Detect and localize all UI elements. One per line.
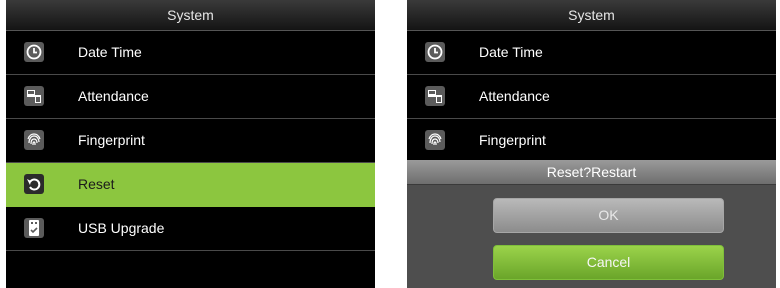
screen-title: System — [6, 0, 375, 31]
menu-item-attendance[interactable]: Attendance — [6, 75, 375, 119]
reset-icon — [23, 173, 45, 195]
clock-icon — [23, 41, 45, 63]
reset-confirm-dialog: Reset?Restart OK Cancel — [407, 160, 776, 288]
menu-item-label: Attendance — [479, 88, 550, 104]
menu-item-label: Date Time — [479, 44, 543, 60]
menu-item-label: Fingerprint — [78, 132, 145, 148]
attendance-icon — [23, 85, 45, 107]
fingerprint-icon — [23, 129, 45, 151]
menu-item-fingerprint[interactable]: Fingerprint — [6, 119, 375, 163]
clock-icon — [424, 41, 446, 63]
menu-item-date-time[interactable]: Date Time — [6, 31, 375, 75]
menu-item-label: USB Upgrade — [78, 220, 165, 236]
menu-item-label: Fingerprint — [479, 132, 546, 148]
menu-item-date-time[interactable]: Date Time — [407, 31, 776, 75]
system-menu: Date Time Attendance Fingerprint — [407, 31, 776, 161]
menu-item-attendance[interactable]: Attendance — [407, 75, 776, 119]
menu-item-usb-upgrade[interactable]: USB Upgrade — [6, 207, 375, 251]
menu-item-label: Reset — [78, 176, 115, 192]
menu-item-fingerprint[interactable]: Fingerprint — [407, 119, 776, 161]
menu-item-label: Attendance — [78, 88, 149, 104]
menu-item-reset[interactable]: Reset — [6, 163, 375, 207]
reset-confirm-screen: System Date Time Attendance Fingerprint … — [407, 0, 776, 288]
screen-title: System — [407, 0, 776, 31]
system-menu-screen: System Date Time Attendance Fingerprint … — [6, 0, 375, 288]
attendance-icon — [424, 85, 446, 107]
dialog-title: Reset?Restart — [407, 160, 776, 185]
system-menu: Date Time Attendance Fingerprint Reset U… — [6, 31, 375, 251]
fingerprint-icon — [424, 129, 446, 151]
cancel-button[interactable]: Cancel — [493, 245, 724, 280]
usb-drive-icon — [23, 217, 45, 239]
ok-button[interactable]: OK — [493, 198, 724, 233]
menu-item-label: Date Time — [78, 44, 142, 60]
